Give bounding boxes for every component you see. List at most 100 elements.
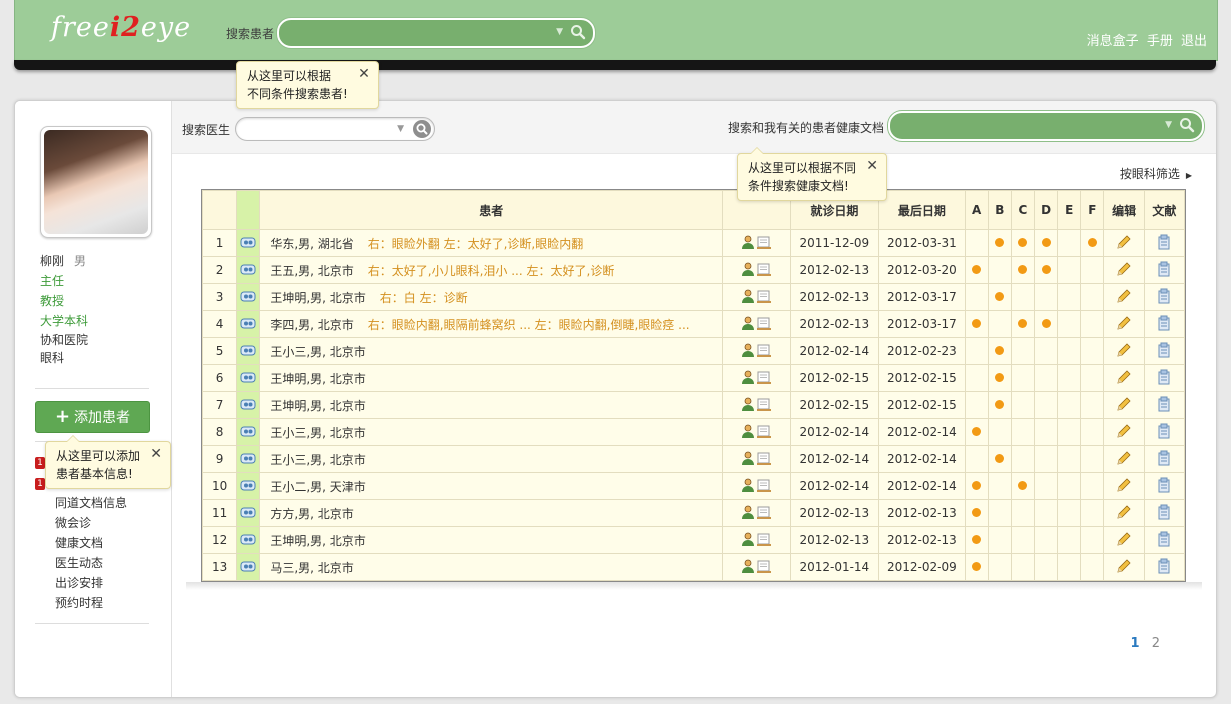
page-next[interactable]: 2 [1152, 636, 1160, 651]
col-patient[interactable]: 患者 [259, 190, 724, 230]
patient-cell[interactable]: 李四,男, 北京市 右：眼睑内翻,眼隔前蜂窝织 ... 左：眼睑内翻,倒睫,眼睑痉… [259, 310, 724, 338]
patient-info[interactable]: 李四,男, 北京市 [270, 318, 353, 332]
clipboard-icon[interactable] [1156, 558, 1172, 577]
view-icon[interactable] [240, 533, 256, 548]
department-filter-link[interactable]: 按眼科筛选 ▶ [1120, 165, 1192, 182]
view-icon[interactable] [240, 344, 256, 359]
patient-profile-icon[interactable] [740, 288, 756, 307]
close-icon[interactable]: ✕ [866, 157, 878, 175]
patient-record-icon[interactable] [756, 504, 772, 523]
patient-info[interactable]: 王坤明,男, 北京市 [270, 291, 365, 305]
manual-link[interactable]: 手册 [1147, 34, 1173, 49]
edit-pencil-icon[interactable] [1116, 261, 1132, 280]
patient-info[interactable]: 方方,男, 北京市 [270, 507, 353, 521]
patient-record-icon[interactable] [756, 477, 772, 496]
edit-pencil-icon[interactable] [1116, 342, 1132, 361]
table-row[interactable]: 7 王坤明,男, 北京市 2012-02-15 2012-02-15 [201, 391, 1186, 419]
clipboard-icon[interactable] [1156, 450, 1172, 469]
clipboard-icon[interactable] [1156, 234, 1172, 253]
clipboard-icon[interactable] [1156, 261, 1172, 280]
table-row[interactable]: 2 王五,男, 北京市 右：太好了,小儿眼科,泪小 ... 左：太好了,诊断 2012… [201, 256, 1186, 284]
view-icon[interactable] [240, 425, 256, 440]
table-row[interactable]: 9 王小三,男, 北京市 2012-02-14 2012-02-14 [201, 445, 1186, 473]
menu-item-schedule[interactable]: 出诊安排 [55, 573, 127, 593]
view-icon[interactable] [240, 371, 256, 386]
view-icon[interactable] [240, 506, 256, 521]
logout-link[interactable]: 退出 [1181, 34, 1207, 49]
col-flag-e[interactable]: E [1057, 190, 1082, 230]
clipboard-icon[interactable] [1156, 288, 1172, 307]
edit-pencil-icon[interactable] [1116, 315, 1132, 334]
view-icon[interactable] [240, 398, 256, 413]
view-icon[interactable] [240, 290, 256, 305]
patient-info[interactable]: 王小三,男, 北京市 [270, 453, 365, 467]
patient-record-icon[interactable] [756, 234, 772, 253]
notification-badge[interactable]: 1 [35, 478, 45, 490]
table-row[interactable]: 6 王坤明,男, 北京市 2012-02-15 2012-02-15 [201, 364, 1186, 392]
patient-info[interactable]: 王五,男, 北京市 [270, 264, 353, 278]
notification-badge[interactable]: 1 [35, 457, 45, 469]
patient-record-icon[interactable] [756, 261, 772, 280]
clipboard-icon[interactable] [1156, 315, 1172, 334]
patient-info[interactable]: 王坤明,男, 北京市 [270, 399, 365, 413]
menu-item-doctor-news[interactable]: 医生动态 [55, 553, 127, 573]
patient-record-icon[interactable] [756, 369, 772, 388]
edit-pencil-icon[interactable] [1116, 288, 1132, 307]
menu-item-peer-docs[interactable]: 同道文档信息 [55, 493, 127, 513]
clipboard-icon[interactable] [1156, 531, 1172, 550]
edit-pencil-icon[interactable] [1116, 504, 1132, 523]
edit-pencil-icon[interactable] [1116, 369, 1132, 388]
view-icon[interactable] [240, 479, 256, 494]
patient-cell[interactable]: 马三,男, 北京市 [259, 553, 724, 581]
chevron-down-icon[interactable]: ▼ [1165, 120, 1172, 130]
clipboard-icon[interactable] [1156, 369, 1172, 388]
patient-cell[interactable]: 王小三,男, 北京市 [259, 445, 724, 473]
page-current[interactable]: 1 [1131, 636, 1140, 651]
patient-profile-icon[interactable] [740, 369, 756, 388]
patient-profile-icon[interactable] [740, 423, 756, 442]
patient-info[interactable]: 王坤明,男, 北京市 [270, 534, 365, 548]
table-row[interactable]: 4 李四,男, 北京市 右：眼睑内翻,眼隔前蜂窝织 ... 左：眼睑内翻,倒睫,眼睑… [201, 310, 1186, 338]
patient-cell[interactable]: 王坤明,男, 北京市 [259, 391, 724, 419]
patient-info[interactable]: 华东,男, 湖北省 [270, 237, 353, 251]
patient-profile-icon[interactable] [740, 504, 756, 523]
table-row[interactable]: 13 马三,男, 北京市 2012-01-14 2012-02-09 [201, 553, 1186, 581]
patient-record-icon[interactable] [756, 423, 772, 442]
patient-cell[interactable]: 王小三,男, 北京市 [259, 418, 724, 446]
table-row[interactable]: 8 王小三,男, 北京市 2012-02-14 2012-02-14 [201, 418, 1186, 446]
patient-record-icon[interactable] [756, 531, 772, 550]
search-icon[interactable] [1178, 116, 1196, 134]
col-last-date[interactable]: 最后日期 [878, 190, 966, 230]
view-icon[interactable] [240, 263, 256, 278]
patient-search-input[interactable]: ▼ [277, 18, 595, 48]
patient-record-icon[interactable] [756, 396, 772, 415]
edit-pencil-icon[interactable] [1116, 531, 1132, 550]
patient-info[interactable]: 王坤明,男, 北京市 [270, 372, 365, 386]
col-flag-c[interactable]: C [1010, 190, 1036, 230]
patient-profile-icon[interactable] [740, 396, 756, 415]
edit-pencil-icon[interactable] [1116, 450, 1132, 469]
search-icon[interactable] [569, 23, 587, 41]
clipboard-icon[interactable] [1156, 396, 1172, 415]
col-flag-f[interactable]: F [1080, 190, 1105, 230]
view-icon[interactable] [240, 236, 256, 251]
close-icon[interactable]: ✕ [358, 65, 370, 83]
patient-info[interactable]: 王小三,男, 北京市 [270, 345, 365, 359]
patient-cell[interactable]: 华东,男, 湖北省 右：眼睑外翻 左：太好了,诊断,眼睑内翻 [259, 229, 724, 257]
patient-record-icon[interactable] [756, 288, 772, 307]
docs-search-input[interactable]: ▼ [888, 111, 1204, 141]
patient-cell[interactable]: 王小二,男, 天津市 [259, 472, 724, 500]
clipboard-icon[interactable] [1156, 477, 1172, 496]
patient-cell[interactable]: 王坤明,男, 北京市 [259, 364, 724, 392]
edit-pencil-icon[interactable] [1116, 558, 1132, 577]
table-row[interactable]: 12 王坤明,男, 北京市 2012-02-13 2012-02-13 [201, 526, 1186, 554]
col-flag-d[interactable]: D [1034, 190, 1059, 230]
patient-cell[interactable]: 王五,男, 北京市 右：太好了,小儿眼科,泪小 ... 左：太好了,诊断 [259, 256, 724, 284]
clipboard-icon[interactable] [1156, 423, 1172, 442]
patient-profile-icon[interactable] [740, 531, 756, 550]
menu-item-health-docs[interactable]: 健康文档 [55, 533, 127, 553]
patient-info[interactable]: 王小三,男, 北京市 [270, 426, 365, 440]
patient-cell[interactable]: 王坤明,男, 北京市 右：白 左：诊断 [259, 283, 724, 311]
table-row[interactable]: 3 王坤明,男, 北京市 右：白 左：诊断 2012-02-13 2012-03-17 [201, 283, 1186, 311]
patient-profile-icon[interactable] [740, 342, 756, 361]
